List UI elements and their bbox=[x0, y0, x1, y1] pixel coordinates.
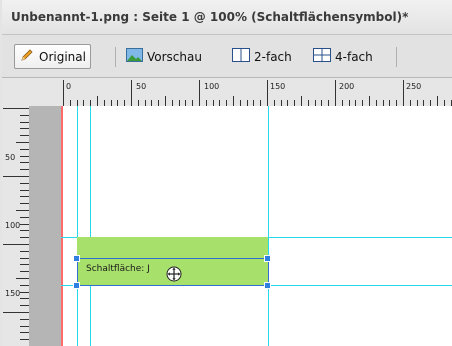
ruler-label: 100 bbox=[204, 82, 219, 91]
landscape-icon bbox=[126, 47, 143, 66]
ruler-label: 50 bbox=[136, 82, 146, 91]
document-title: Unbenannt-1.png : Seite 1 @ 100% (Schalt… bbox=[11, 10, 409, 24]
ruler-label: 250 bbox=[406, 82, 421, 91]
resize-handle[interactable] bbox=[264, 255, 271, 262]
two-panes-icon bbox=[232, 47, 250, 66]
ruler-label: 200 bbox=[339, 82, 354, 91]
resize-handle[interactable] bbox=[73, 282, 80, 289]
pencil-icon bbox=[19, 47, 35, 66]
canvas-edge bbox=[61, 106, 63, 346]
vertical-guide[interactable] bbox=[268, 106, 269, 346]
document-tab[interactable]: Unbenannt-1.png : Seite 1 @ 100% (Schalt… bbox=[2, 0, 452, 35]
resize-handle[interactable] bbox=[73, 255, 80, 262]
original-view-label: Original bbox=[39, 49, 86, 64]
document-window: Unbenannt-1.png : Seite 1 @ 100% (Schalt… bbox=[0, 0, 452, 346]
ruler-label: 150 bbox=[270, 82, 285, 91]
vertical-guide[interactable] bbox=[77, 106, 78, 346]
horizontal-ruler[interactable]: 0 50 100 150 200 250 bbox=[2, 78, 452, 106]
four-panes-icon bbox=[313, 47, 331, 66]
two-up-view-button[interactable]: 2-fach bbox=[228, 44, 296, 69]
ruler-label: 100 bbox=[5, 221, 20, 230]
move-cursor-icon bbox=[165, 265, 183, 287]
pasteboard bbox=[29, 106, 61, 346]
four-up-view-button[interactable]: 4-fach bbox=[309, 44, 377, 69]
document-canvas[interactable] bbox=[61, 106, 452, 346]
four-up-view-label: 4-fach bbox=[335, 49, 373, 64]
two-up-view-label: 2-fach bbox=[254, 49, 292, 64]
ruler-label: 0 bbox=[66, 82, 71, 91]
vertical-guide[interactable] bbox=[90, 106, 91, 346]
toolbar-separator bbox=[396, 47, 397, 67]
slice-label: Schaltfläche: J bbox=[86, 264, 150, 274]
preview-view-button[interactable]: Vorschau bbox=[122, 44, 206, 69]
resize-handle[interactable] bbox=[264, 282, 271, 289]
ruler-label: 150 bbox=[5, 289, 20, 298]
vertical-ruler[interactable]: 50 100 150 bbox=[2, 106, 29, 346]
selection-border bbox=[77, 258, 268, 259]
preview-view-label: Vorschau bbox=[147, 49, 202, 64]
toolbar-separator bbox=[115, 47, 116, 67]
view-toolbar: Original Vorschau 2-fach 4-fach bbox=[2, 35, 452, 78]
ruler-label: 50 bbox=[5, 153, 15, 162]
original-view-button[interactable]: Original bbox=[14, 44, 91, 69]
